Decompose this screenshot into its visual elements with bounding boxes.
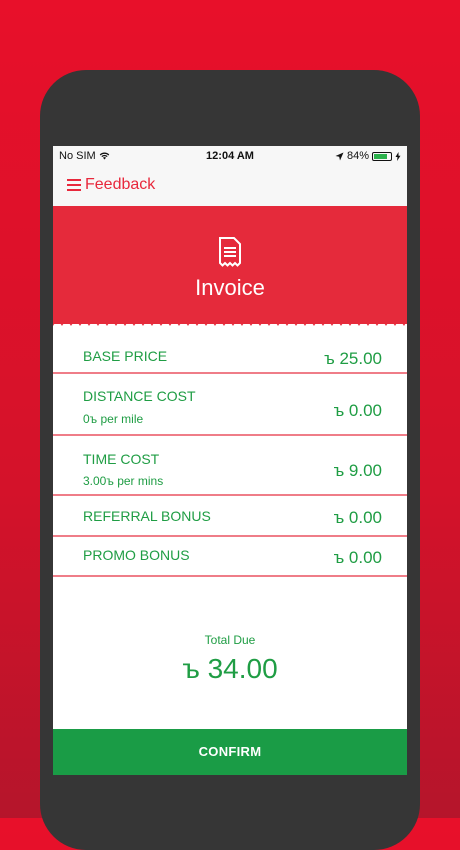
location-arrow-icon [335,152,344,160]
row-label: PROMO BONUS [83,547,190,563]
status-right: 84% [335,150,401,162]
app-screen: No SIM 12:04 AM 84% Feedback Invoice BAS… [53,146,407,775]
confirm-button[interactable]: CONFIRM [53,729,407,775]
row-label: DISTANCE COST [83,388,196,404]
invoice-row-distance-cost: DISTANCE COST 0ъ per mile ъ 0.00 [53,374,407,436]
row-value: ъ 9.00 [333,461,382,480]
row-label: TIME COST [83,451,160,467]
nav-bar: Feedback [53,166,407,206]
row-subtext: 0ъ per mile [83,412,144,426]
battery-percent: 84% [346,150,369,162]
header-wave-edge [53,316,407,326]
total-due-amount: ъ 34.00 [182,653,278,684]
total-due-label: Total Due [204,633,256,647]
invoice-row-promo-bonus: PROMO BONUS ъ 0.00 [53,537,407,577]
receipt-icon [219,237,241,267]
row-value: ъ 25.00 [324,349,382,368]
row-subtext: 3.00ъ per mins [83,474,164,488]
status-bar: No SIM 12:04 AM 84% [53,146,407,166]
charging-bolt-icon [395,151,401,161]
row-value: ъ 0.00 [333,548,382,567]
battery-level [374,153,388,159]
invoice-header: Invoice [53,206,407,324]
battery-icon [372,151,392,161]
invoice-row-referral-bonus: REFERRAL BONUS ъ 0.00 [53,496,407,537]
invoice-row-time-cost: TIME COST 3.00ъ per mins ъ 9.00 [53,436,407,496]
invoice-title: Invoice [195,275,265,300]
row-label: REFERRAL BONUS [83,508,211,524]
row-label: BASE PRICE [83,348,168,364]
hamburger-menu-icon [67,179,81,191]
feedback-menu-button[interactable]: Feedback [67,176,155,194]
invoice-row-base-price: BASE PRICE ъ 25.00 [53,332,407,374]
row-value: ъ 0.00 [333,508,382,527]
nav-title: Feedback [85,176,156,193]
row-value: ъ 0.00 [333,401,382,420]
